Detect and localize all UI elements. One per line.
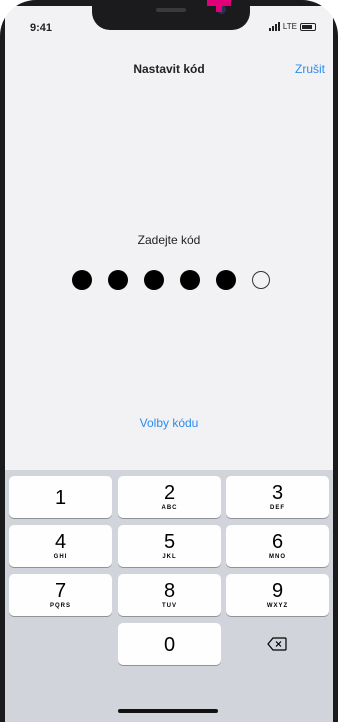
- status-time: 9:41: [30, 22, 53, 34]
- passcode-prompt: Zadejte kód: [137, 233, 201, 247]
- phone-bezel-right: [333, 0, 338, 722]
- page-title: Nastavit kód: [133, 62, 205, 76]
- navigation-bar: Nastavit kód Zrušit: [5, 52, 333, 88]
- network-type: LTE: [282, 22, 297, 31]
- status-indicators: LTE: [268, 22, 316, 31]
- key-digit: 5: [163, 531, 176, 553]
- key-6[interactable]: 6 MNO: [226, 525, 329, 567]
- key-digit: 0: [163, 634, 176, 656]
- key-letters: PQRS: [49, 603, 71, 609]
- highlight-marker: [207, 0, 231, 12]
- passcode-dot-filled: [180, 270, 200, 290]
- key-4[interactable]: 4 GHI: [9, 525, 112, 567]
- key-digit: 3: [271, 482, 284, 504]
- speaker-grille: [156, 8, 186, 12]
- key-1[interactable]: 1: [9, 476, 112, 518]
- key-0[interactable]: 0: [118, 623, 221, 665]
- key-5[interactable]: 5 JKL: [118, 525, 221, 567]
- passcode-options-link[interactable]: Volby kódu: [0, 416, 338, 430]
- key-digit: 8: [163, 580, 176, 602]
- key-digit: 9: [271, 580, 284, 602]
- key-letters: ABC: [161, 505, 178, 511]
- phone-screen: 9:41 LTE Nastavit kód Zrušit Zadejte kód…: [0, 0, 338, 722]
- delete-key[interactable]: [226, 623, 329, 665]
- key-2[interactable]: 2 ABC: [118, 476, 221, 518]
- key-digit: 4: [54, 531, 67, 553]
- key-digit: 1: [54, 487, 67, 509]
- key-9[interactable]: 9 WXYZ: [226, 574, 329, 616]
- backspace-icon: [267, 637, 287, 651]
- home-indicator[interactable]: [118, 709, 218, 713]
- passcode-dot-filled: [216, 270, 236, 290]
- key-7[interactable]: 7 PQRS: [9, 574, 112, 616]
- key-3[interactable]: 3 DEF: [226, 476, 329, 518]
- passcode-dot-filled: [72, 270, 92, 290]
- cancel-button[interactable]: Zrušit: [295, 62, 325, 76]
- key-8[interactable]: 8 TUV: [118, 574, 221, 616]
- key-digit: 7: [54, 580, 67, 602]
- key-digit: 6: [271, 531, 284, 553]
- key-letters: GHI: [53, 554, 68, 560]
- signal-icon: [268, 22, 280, 31]
- key-letters: TUV: [162, 603, 177, 609]
- key-letters: WXYZ: [266, 603, 289, 609]
- key-digit: 2: [163, 482, 176, 504]
- key-letters: MNO: [269, 554, 286, 560]
- passcode-dot-filled: [144, 270, 164, 290]
- key-letters: JKL: [162, 554, 177, 560]
- passcode-dot-filled: [108, 270, 128, 290]
- passcode-dots: [72, 270, 282, 294]
- keypad-empty-slot: [9, 623, 112, 665]
- key-letters: DEF: [270, 505, 285, 511]
- passcode-dot-empty: [252, 271, 270, 289]
- battery-icon: [300, 22, 316, 31]
- numeric-keypad: 1 2 ABC 3 DEF 4 GHI 5 JKL 6 MNO 7 PQRS 8 TUV 9 WXYZ 0: [5, 470, 333, 722]
